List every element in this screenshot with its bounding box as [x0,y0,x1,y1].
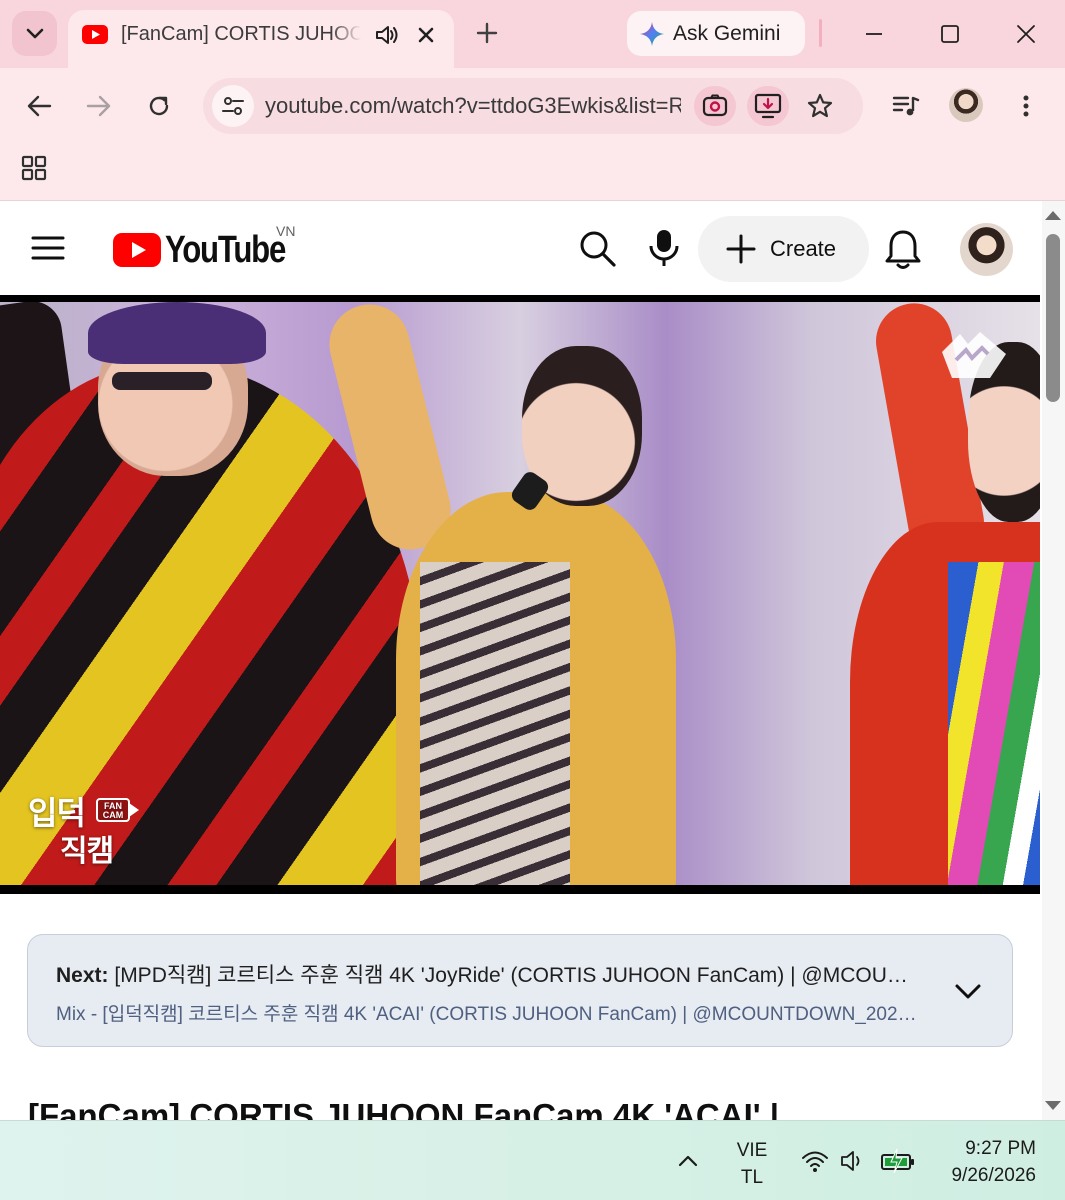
tab-strip: [FanCam] CORTIS JUHOON FanCam 4K 'ACAI' … [0,0,1065,68]
tab-title: [FanCam] CORTIS JUHOON FanCam 4K 'ACAI' … [121,23,361,46]
country-code: VN [276,223,296,239]
broadcaster-logo-icon [942,332,1006,378]
reload-icon [149,96,169,116]
star-icon [807,93,833,118]
apps-grid-icon [21,155,47,181]
browser-toolbar: youtube.com/watch?v=ttdoG3Ewkis&list=RDt… [0,68,1065,201]
clock-date: 9/26/2026 [951,1165,1036,1186]
address-bar[interactable]: youtube.com/watch?v=ttdoG3Ewkis&list=RDt… [203,78,863,134]
channel-watermark: 입덕 FAN CAM 직캠 [28,788,148,868]
tune-settings-icon [222,97,244,115]
scroll-thumb[interactable] [1046,234,1060,402]
install-desktop-icon [754,93,782,119]
search-icon[interactable] [577,228,617,268]
next-title: [MPD직캠] 코르티스 주훈 직캠 4K 'JoyRide' (CORTIS … [114,964,918,987]
video-frame[interactable]: 입덕 FAN CAM 직캠 [0,302,1040,885]
close-tab-button[interactable] [413,22,439,48]
browser-menu-button[interactable] [1006,86,1046,126]
watermark-badge: FAN CAM [96,798,130,822]
reload-button[interactable] [139,86,179,126]
scroll-up-arrow-icon[interactable] [1045,211,1061,220]
maximize-icon [941,25,959,43]
queue-music-icon [892,96,920,116]
close-icon [418,27,434,43]
input-language-indicator[interactable]: VIE TL [722,1137,782,1191]
system-clock[interactable]: 9:27 PM 9/26/2026 [930,1135,1036,1189]
forward-button[interactable] [79,86,119,126]
plus-icon [476,22,498,44]
gemini-sparkle-icon [640,21,664,46]
video-title: [FanCam] CORTIS JUHOON FanCam 4K 'ACAI' … [28,1097,780,1120]
arrow-left-icon [27,95,52,117]
up-next-card[interactable]: Next: [MPD직캠] 코르티스 주훈 직캠 4K 'JoyRide' (C… [27,934,1013,1047]
minimize-icon [866,33,882,35]
video-scene [112,372,212,390]
create-button-label: Create [770,236,837,261]
plus-icon [726,234,756,264]
language-line2: TL [740,1167,764,1188]
more-vertical-icon [1023,95,1029,117]
active-tab[interactable]: [FanCam] CORTIS JUHOON FanCam 4K 'ACAI' … [68,10,454,68]
wifi-icon[interactable] [800,1147,830,1175]
video-player[interactable]: 입덕 FAN CAM 직캠 [0,295,1040,894]
scroll-down-arrow-icon[interactable] [1045,1101,1061,1110]
video-scene [420,562,570,885]
microphone-icon[interactable] [646,228,682,268]
install-app-button[interactable] [747,86,789,126]
maximize-button[interactable] [926,14,974,54]
account-avatar[interactable] [960,223,1013,276]
taskbar: VIE TL 9:27 PM 9/26/2026 [0,1120,1065,1200]
google-lens-icon [702,94,728,117]
close-window-button[interactable] [1002,14,1050,54]
ask-gemini-label: Ask Gemini [673,21,781,45]
browser-profile-avatar[interactable] [949,88,983,122]
next-playlist-name: Mix - [입덕직캠] 코르티스 주훈 직캠 4K 'ACAI' (CORTI… [56,1004,918,1025]
close-icon [1017,25,1035,43]
language-line1: VIE [736,1140,768,1161]
arrow-right-icon [86,95,111,117]
url-text[interactable]: youtube.com/watch?v=ttdoG3Ewkis&list=RDt… [265,93,681,119]
lens-search-button[interactable] [694,86,736,126]
battery-charging-icon[interactable] [880,1147,916,1175]
video-scene [88,302,266,364]
watermark-badge-tip [129,803,139,817]
page-scrollbar[interactable] [1042,201,1065,1120]
next-prefix: Next: [56,964,109,987]
youtube-page: YouTube VN Create 입덕 FAN CAM 직캠 Next: [M… [0,201,1042,1120]
volume-icon[interactable] [838,1147,868,1175]
media-controls-button[interactable] [886,86,926,126]
youtube-logo[interactable]: YouTube VN [113,223,313,273]
watermark-line2: 직캠 [60,835,114,868]
back-button[interactable] [19,86,59,126]
apps-shortcut-button[interactable] [18,152,50,184]
hamburger-menu-icon[interactable] [30,233,66,263]
chevron-up-icon[interactable] [676,1151,700,1169]
chevron-down-icon [26,28,43,38]
youtube-logo-text: YouTube [165,229,286,271]
strip-divider [819,19,822,47]
clock-time: 9:27 PM [965,1138,1036,1159]
tab-search-button[interactable] [12,11,57,56]
next-video-title[interactable]: Next: [MPD직캠] 코르티스 주훈 직캠 4K 'JoyRide' (C… [56,959,918,989]
create-button[interactable]: Create [698,216,869,282]
video-scene [948,562,1040,885]
youtube-favicon-icon [82,25,108,44]
notifications-bell-icon[interactable] [884,228,922,270]
ask-gemini-button[interactable]: Ask Gemini [627,11,805,56]
minimize-button[interactable] [850,14,898,54]
speaker-audio-icon[interactable] [374,23,400,47]
chevron-down-icon[interactable] [952,977,984,1005]
bookmark-button[interactable] [803,90,837,122]
new-tab-button[interactable] [470,16,504,50]
youtube-play-logo-icon [113,233,161,267]
site-info-button[interactable] [212,85,254,127]
